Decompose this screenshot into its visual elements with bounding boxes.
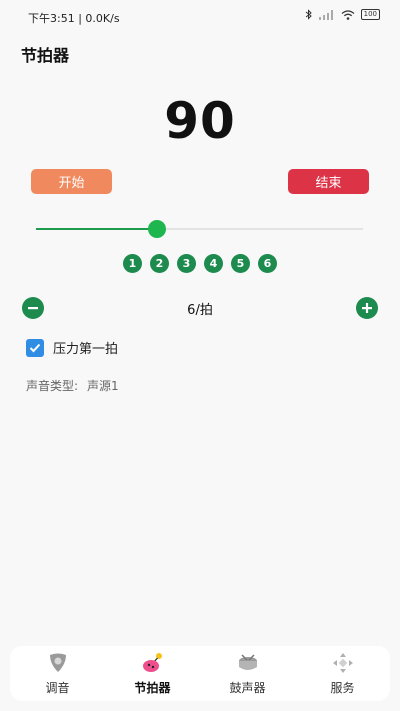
tab-label: 调音 <box>45 681 70 695</box>
sound-type-selector[interactable]: 声音类型: 声源1 <box>26 377 128 394</box>
tab-label: 鼓声器 <box>229 681 266 695</box>
start-button[interactable]: 开始 <box>31 169 112 194</box>
beat-dot: 5 <box>231 254 250 273</box>
tab-drum[interactable]: 鼓声器 <box>200 646 295 701</box>
tab-tuner[interactable]: 调音 <box>10 646 105 701</box>
service-icon <box>332 653 353 673</box>
battery-icon: 100 <box>360 9 380 20</box>
increase-beats-button[interactable] <box>356 297 378 319</box>
accent-checkbox-label: 压力第一拍 <box>53 342 119 357</box>
slider-thumb[interactable] <box>147 220 166 238</box>
metronome-icon <box>142 653 162 672</box>
sound-type-label: 声音类型: <box>26 379 79 393</box>
beats-per-measure: 6/拍 <box>187 303 213 318</box>
tab-label: 节拍器 <box>134 681 171 695</box>
tab-label: 服务 <box>330 681 355 695</box>
status-icons: 100 <box>305 9 380 20</box>
tab-metronome[interactable]: 节拍器 <box>105 646 200 701</box>
accent-first-beat-option[interactable]: 压力第一拍 <box>26 338 118 357</box>
slider-fill <box>36 228 157 230</box>
wifi-icon <box>341 9 355 20</box>
guitar-pick-icon <box>49 653 66 672</box>
page-title: 节拍器 <box>21 46 70 65</box>
sound-type-value[interactable]: 声源1 <box>87 379 119 393</box>
beat-dot: 2 <box>150 254 169 273</box>
bottom-tab-bar: 调音 节拍器 鼓声器 服务 <box>10 646 390 701</box>
bluetooth-icon <box>305 9 312 20</box>
bpm-display: 90 <box>164 92 236 150</box>
plus-icon <box>362 303 372 313</box>
beat-dot: 3 <box>177 254 196 273</box>
drum-icon <box>238 654 257 670</box>
check-icon <box>29 343 41 352</box>
status-bar: 下午3:51 | 0.0K/s 100 <box>0 0 400 34</box>
tab-service[interactable]: 服务 <box>295 646 390 701</box>
stop-button[interactable]: 结束 <box>288 169 369 194</box>
beat-dot: 6 <box>258 254 277 273</box>
accent-checkbox[interactable] <box>26 338 44 357</box>
beat-dot: 1 <box>123 254 142 273</box>
beat-dot: 4 <box>204 254 223 273</box>
status-time: 下午3:51 | 0.0K/s <box>28 12 120 25</box>
signal-icon <box>318 9 333 20</box>
beat-indicators: 123456 <box>0 254 400 273</box>
tempo-slider[interactable] <box>36 220 363 238</box>
